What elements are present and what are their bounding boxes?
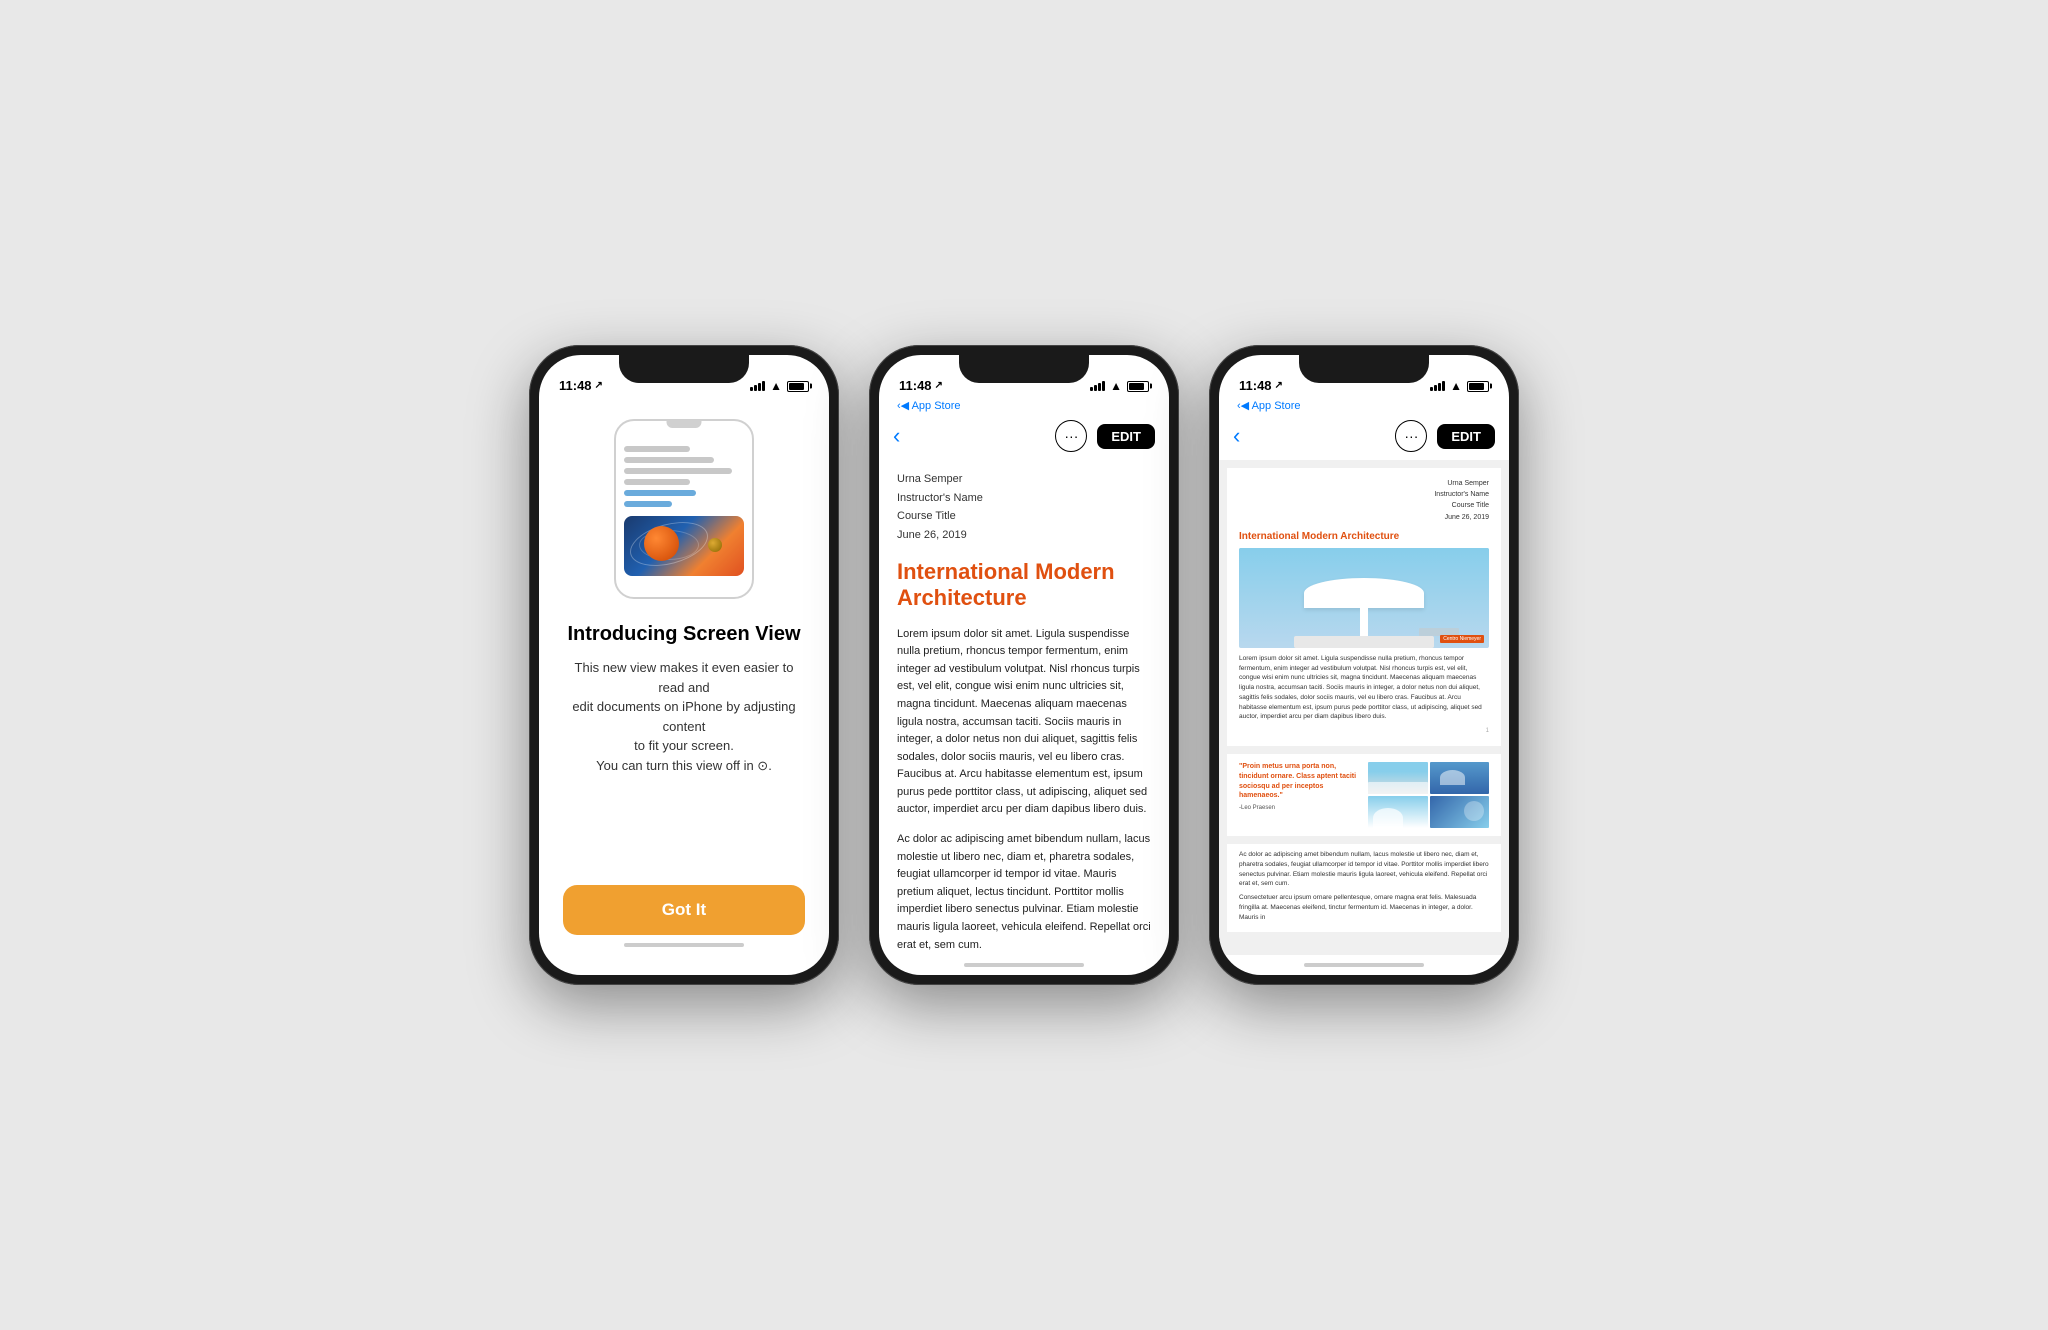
phone-2-document: Urna Semper Instructor's Name Course Tit… [879,460,1169,955]
screen-view-illustration [614,419,754,599]
home-indicator [879,955,1169,975]
phones-container: 11:48 ↗ ▲ [529,345,1519,985]
edit-button[interactable]: EDIT [1097,424,1155,449]
more-options-button[interactable]: ··· [1055,420,1087,452]
paragraph-1: Lorem ipsum dolor sit amet. Ligula suspe… [897,626,1151,820]
quote-author: -Leo Praesen [1239,805,1360,811]
page-sheet-2: "Proin metus urna porta non, tincidunt o… [1227,754,1501,836]
document-header: Urna Semper Instructor's Name Course Tit… [897,470,1151,545]
home-indicator [1219,955,1509,975]
architecture-images-grid [1368,762,1489,828]
phone-3-back-nav[interactable]: ‹ ◀ App Store [1219,399,1509,416]
phone-2-back-nav[interactable]: ‹ ◀ App Store [879,399,1169,416]
phone-1-time: 11:48 ↗ [559,378,603,393]
page-body-text-1: Lorem ipsum dolor sit amet. Ligula suspe… [1239,654,1489,722]
nav-actions: ··· EDIT [1055,420,1155,452]
quote-text: "Proin metus urna porta non, tincidunt o… [1239,762,1360,801]
phone-2-time: 11:48 ↗ [899,378,943,393]
signal-icon [1430,381,1445,391]
niemeyer-disc [1304,578,1424,608]
page-number: 1 [1239,728,1489,734]
phone-3-nav: ‹ ··· EDIT [1219,416,1509,460]
welcome-description: This new view makes it even easier to re… [563,658,805,775]
arch-thumb-3 [1368,796,1428,828]
back-button[interactable]: ‹ [893,423,900,449]
phone-3-page-view: Urna Semper Instructor's Name Course Tit… [1219,460,1509,955]
page-document-title: International Modern Architecture [1239,531,1489,542]
page-sheet-1: Urna Semper Instructor's Name Course Tit… [1227,468,1501,746]
document-body: Lorem ipsum dolor sit amet. Ligula suspe… [897,626,1151,955]
more-options-button[interactable]: ··· [1395,420,1427,452]
illustration-space-image [624,516,744,576]
small-planet-icon [708,538,722,552]
nav-actions: ··· EDIT [1395,420,1495,452]
battery-icon [1127,381,1149,392]
phone-2-nav: ‹ ··· EDIT [879,416,1169,460]
battery-icon [787,381,809,392]
location-arrow-icon: ↗ [935,380,943,391]
planet-icon [644,526,679,561]
page-sheet-3: Ac dolor ac adipiscing amet bibendum nul… [1227,844,1501,932]
phone-2-screen: 11:48 ↗ ▲ ‹ [879,355,1169,975]
back-button[interactable]: ‹ [1233,423,1240,449]
phone-3: 11:48 ↗ ▲ ‹ [1209,345,1519,985]
document-title: International Modern Architecture [897,559,1151,612]
wifi-icon: ▲ [1450,379,1462,393]
paragraph-2: Ac dolor ac adipiscing amet bibendum nul… [897,831,1151,954]
edit-button[interactable]: EDIT [1437,424,1495,449]
arch-thumb-1 [1368,762,1428,794]
wifi-icon: ▲ [770,379,782,393]
wifi-icon: ▲ [1110,379,1122,393]
phone-2-notch [959,355,1089,383]
arch-building-label: Centro Niemeyer [1440,635,1484,643]
page-header: Urna Semper Instructor's Name Course Tit… [1239,478,1489,523]
phone-1: 11:48 ↗ ▲ [529,345,839,985]
phone-3-status-icons: ▲ [1430,379,1489,393]
architecture-image: Centro Niemeyer [1239,548,1489,648]
signal-icon [1090,381,1105,391]
phone-3-screen: 11:48 ↗ ▲ ‹ [1219,355,1509,975]
quote-section: "Proin metus urna porta non, tincidunt o… [1239,762,1360,828]
phone-2: 11:48 ↗ ▲ ‹ [869,345,1179,985]
home-indicator [624,935,744,955]
arch-thumb-4 [1430,796,1490,828]
phone-3-time: 11:48 ↗ [1239,378,1283,393]
phone-1-content: Introducing Screen View This new view ma… [539,399,829,975]
phone-2-status-icons: ▲ [1090,379,1149,393]
location-arrow-icon: ↗ [595,380,603,391]
arch-thumb-2 [1430,762,1490,794]
phone-3-notch [1299,355,1429,383]
phone-1-status-icons: ▲ [750,379,809,393]
location-arrow-icon: ↗ [1275,380,1283,391]
welcome-title: Introducing Screen View [567,623,800,646]
niemeyer-base [1294,636,1434,648]
signal-icon [750,381,765,391]
got-it-button[interactable]: Got It [563,885,805,935]
phone-1-screen: 11:48 ↗ ▲ [539,355,829,975]
page-body-text-3: Consectetuer arcu ipsum ornare pellentes… [1239,893,1489,922]
phone-1-notch [619,355,749,383]
page-body-text-2: Ac dolor ac adipiscing amet bibendum nul… [1239,850,1489,889]
battery-icon [1467,381,1489,392]
